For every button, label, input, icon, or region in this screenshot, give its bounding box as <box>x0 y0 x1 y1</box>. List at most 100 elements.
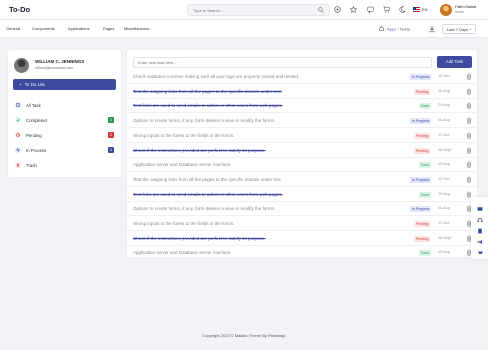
sidebar-item-completed[interactable]: Completed 3 <box>13 114 116 126</box>
profile-name: WILLIAM C. JENNINGS <box>35 59 85 64</box>
task-text[interactable]: Check if the instructions provided are p… <box>133 236 266 241</box>
task-date: 06 Aug <box>438 118 450 123</box>
breadcrumb: / Apps / To-Do <box>379 26 410 32</box>
expand-icon[interactable] <box>333 5 342 14</box>
task-row[interactable]: Test links are used to send emails to ad… <box>127 188 477 202</box>
delete-task-icon[interactable] <box>466 161 472 168</box>
task-row[interactable]: Wrong inputs in the forms to the fields … <box>127 217 477 231</box>
status-badge: Pending <box>414 221 431 227</box>
nav-item-miscellaneous[interactable]: Miscellaneous <box>124 26 149 31</box>
task-text[interactable]: Wrong inputs in the forms to the fields … <box>133 221 234 226</box>
todo-list-button[interactable]: + To Do List <box>13 79 116 90</box>
download-icon[interactable] <box>428 25 436 33</box>
delete-task-icon[interactable] <box>466 147 472 154</box>
nav-item-pages[interactable]: Pages <box>103 26 114 31</box>
task-row[interactable]: Options to create forms, if any, form de… <box>127 114 477 129</box>
nav-item-applications[interactable]: Applications <box>68 26 90 31</box>
completed-count-badge: 3 <box>108 117 114 123</box>
nav-item-components[interactable]: Components <box>32 26 55 31</box>
sidebar-item-label: Trash <box>26 163 37 168</box>
message-icon[interactable] <box>366 5 375 14</box>
task-date: 10 Nov <box>438 176 451 181</box>
book-icon[interactable] <box>476 227 483 234</box>
nav-item-general[interactable]: General <box>6 26 20 31</box>
sidebar-item-trash[interactable]: Trash <box>13 159 116 171</box>
task-text[interactable]: Application server and Database server i… <box>133 250 232 255</box>
task-row[interactable]: Test the outgoing links from all the pag… <box>127 85 477 99</box>
task-text[interactable]: Test the outgoing links from all the pag… <box>133 89 282 94</box>
task-text[interactable]: Test links are used to send emails to ad… <box>133 103 283 108</box>
delete-task-icon[interactable] <box>466 191 472 198</box>
period-select[interactable]: Last 7 Days ⌄ <box>442 24 476 34</box>
task-text[interactable]: Wrong inputs in the forms to the fields … <box>133 133 234 138</box>
plus-icon: + <box>19 82 22 87</box>
task-date: 05 Aug <box>438 250 450 255</box>
task-row[interactable]: Check if the instructions provided are p… <box>127 144 477 158</box>
us-flag-icon[interactable] <box>413 7 420 12</box>
search-icon[interactable] <box>318 7 324 13</box>
profile-email: william@pixelplanp.com <box>35 66 74 70</box>
right-dock <box>471 197 488 259</box>
task-date: 11 Nov <box>438 221 450 225</box>
status-badge: Done <box>419 250 432 257</box>
check-circle-icon <box>15 117 21 123</box>
delete-task-icon[interactable] <box>466 88 472 95</box>
top-header: To-Do EN Fatim Mahat Admin <box>0 0 488 20</box>
user-name[interactable]: Fatim Mahat <box>455 5 476 9</box>
delete-task-icon[interactable] <box>466 176 472 183</box>
task-row[interactable]: Options to create forms, if any, form de… <box>127 202 477 217</box>
task-row[interactable]: Test links are used to send emails to ad… <box>127 99 477 114</box>
sidebar-item-label: Completed <box>26 118 47 123</box>
avatar[interactable] <box>440 4 452 16</box>
search-input[interactable] <box>193 5 313 16</box>
task-row[interactable]: Test the outgoing links from all the pag… <box>127 173 477 187</box>
task-text[interactable]: Check if the instructions provided are p… <box>133 148 266 153</box>
task-row[interactable]: Application server and Database server i… <box>127 246 477 261</box>
user-role: Admin <box>455 10 465 14</box>
status-badge: In Progress <box>410 176 432 183</box>
task-row[interactable]: Check validation involves making sure al… <box>127 70 477 84</box>
window-icon[interactable] <box>476 205 483 212</box>
status-badge: Pending <box>414 88 431 95</box>
breadcrumb-apps[interactable]: Apps <box>387 27 396 32</box>
task-date: 29 Aug <box>438 191 450 196</box>
task-date: 11 Nov <box>438 132 450 137</box>
search-box[interactable] <box>187 4 330 16</box>
task-date: 29 Aug <box>438 103 450 108</box>
task-text[interactable]: Application server and Database server i… <box>133 162 232 167</box>
status-badge: Done <box>419 191 432 198</box>
main-navigation: General Components Applications Pages Mi… <box>0 20 488 38</box>
task-row[interactable]: Wrong inputs in the forms to the fields … <box>127 129 477 143</box>
delete-task-icon[interactable] <box>466 102 472 109</box>
delete-task-icon[interactable] <box>466 117 472 124</box>
language-selector[interactable]: EN <box>422 7 428 12</box>
cart-icon[interactable] <box>476 249 483 256</box>
status-badge: In Progress <box>410 118 432 125</box>
sidebar-item-in-process[interactable]: In Process 2 <box>13 144 116 156</box>
task-date: 10 Nov <box>438 74 451 78</box>
sidebar-item-all-task[interactable]: All Task <box>13 99 116 111</box>
task-text[interactable]: Options to create forms, if any, form de… <box>133 118 275 123</box>
delete-task-icon[interactable] <box>466 132 472 139</box>
headset-icon[interactable] <box>476 216 483 223</box>
task-date: 06 Aug <box>438 88 450 93</box>
task-text[interactable]: Check validation involves making sure al… <box>133 74 299 79</box>
moon-icon[interactable] <box>398 5 407 14</box>
task-text[interactable]: Test links are used to send emails to ad… <box>133 192 283 197</box>
star-icon[interactable] <box>349 5 358 14</box>
task-date: 05 Aug <box>438 162 450 167</box>
task-row[interactable]: Application server and Database server i… <box>127 158 477 173</box>
status-badge: In Progress <box>410 206 432 213</box>
add-task-button[interactable]: Add Task <box>437 56 472 68</box>
sidebar-item-pending[interactable]: Pending 2 <box>13 129 116 141</box>
new-task-input[interactable] <box>133 57 432 68</box>
trash-icon <box>15 162 21 168</box>
task-row[interactable]: Check if the instructions provided are p… <box>127 232 477 246</box>
megaphone-icon[interactable] <box>476 238 483 245</box>
home-icon[interactable] <box>379 26 384 31</box>
sidebar-item-label: Pending <box>26 133 42 138</box>
task-text[interactable]: Test the outgoing links from all the pag… <box>133 177 282 182</box>
task-text[interactable]: Options to create forms, if any, form de… <box>133 206 275 211</box>
delete-task-icon[interactable] <box>466 73 472 80</box>
cart-icon[interactable] <box>382 5 391 14</box>
